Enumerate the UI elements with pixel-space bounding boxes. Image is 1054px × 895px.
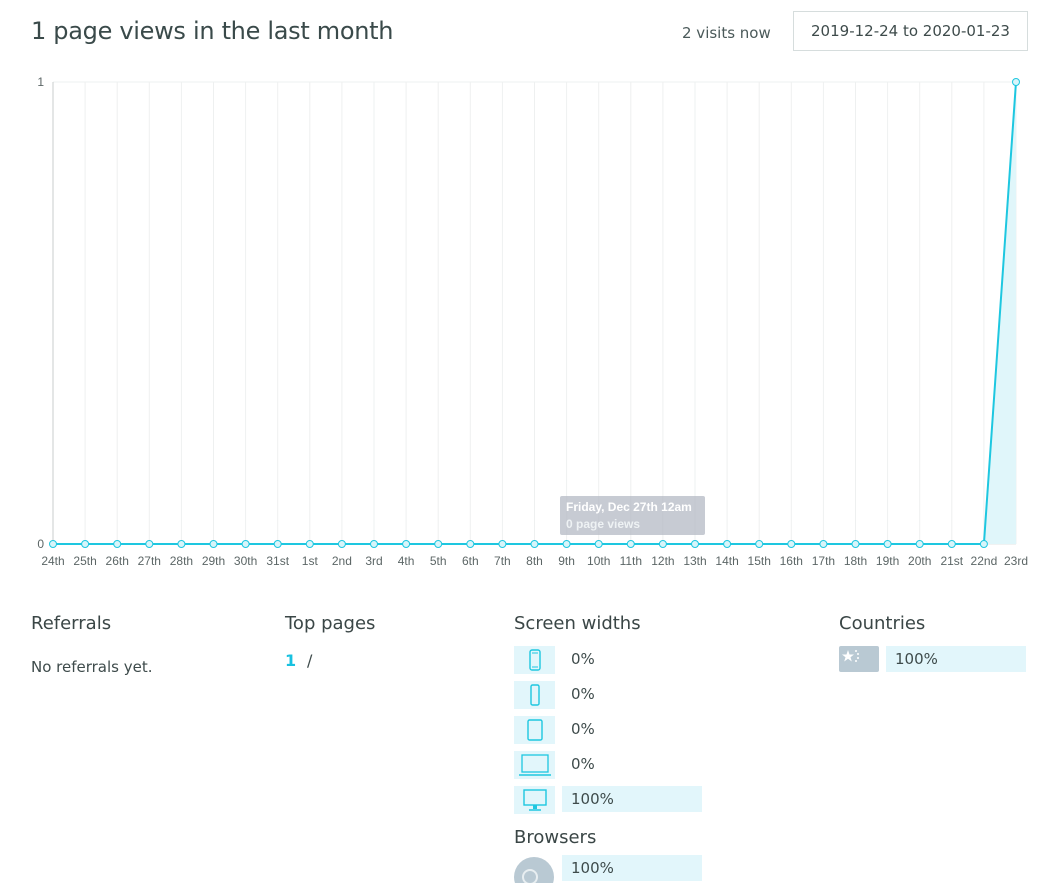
top-pages-title: Top pages [285,613,376,634]
x-tick-label: 23rd [1004,554,1028,568]
country-percent: 100% [895,650,938,668]
data-point [241,540,250,548]
x-tick-label: 29th [202,554,225,568]
x-tick-label: 16th [780,554,803,568]
data-point [273,540,282,548]
data-point [915,540,924,548]
x-tick-label: 8th [526,554,543,568]
screen-width-percent: 0% [571,685,595,703]
data-point [626,540,635,548]
data-point [305,540,314,548]
data-point [498,540,507,548]
x-tick-label: 1st [302,554,319,568]
data-point [370,540,378,548]
x-tick-label: 19th [876,554,899,568]
page-title: 1 page views in the last month [31,17,394,45]
phone-small-icon [514,646,555,674]
x-tick-label: 30th [234,554,257,568]
phone-icon [514,681,555,709]
countries-title: Countries [839,613,926,634]
x-tick-label: 28th [170,554,193,568]
data-point [787,540,796,548]
data-point [1012,78,1020,86]
y-tick-label: 0 [37,537,44,551]
data-point [594,540,603,548]
data-point [883,540,892,548]
x-tick-label: 13th [683,554,706,568]
data-point [434,540,443,548]
data-point [530,540,539,548]
x-tick-label: 18th [844,554,867,568]
data-point [851,540,860,548]
data-point [209,540,218,548]
page-views-chart[interactable]: 0 1 24th 25th 26th 27th 28th 29th 30th 31st 1st 2nd… [0,60,1054,580]
data-point [562,540,571,548]
x-tick-label: 6th [462,554,479,568]
x-tick-label: 5th [430,554,447,568]
data-point [402,540,411,548]
date-range-picker[interactable]: 2019-12-24 to 2020-01-23 [793,11,1028,51]
data-point [658,540,667,548]
x-tick-label: 25th [73,554,96,568]
tooltip-title: Friday, Dec 27th 12am [566,500,692,514]
data-point [177,540,186,548]
referrals-empty-text: No referrals yet. [31,658,153,676]
screen-width-percent: 0% [571,755,595,773]
top-page-count: 1 [285,651,297,670]
x-tick-label: 9th [558,554,575,568]
data-point [81,540,90,548]
x-tick-label: 12th [651,554,674,568]
x-tick-label: 10th [587,554,610,568]
tooltip-value: 0 page views [566,517,641,531]
x-tick-label: 7th [494,554,511,568]
data-point [755,540,764,548]
desktop-icon [514,786,555,814]
data-point [979,540,988,548]
data-point [49,540,57,548]
x-tick-label: 26th [106,554,129,568]
screen-width-percent: 100% [571,790,614,808]
data-point [466,540,475,548]
data-point [145,540,154,548]
data-point [819,540,828,548]
data-point [691,540,699,548]
browser-icon [514,855,555,883]
data-point [337,540,346,548]
x-tick-label: 11th [620,554,642,568]
screen-width-percent: 0% [571,720,595,738]
x-tick-label: 2nd [332,554,352,568]
flag-icon [839,646,879,672]
tablet-icon [514,716,555,744]
screen-width-percent: 0% [571,650,595,668]
y-tick-label: 1 [37,75,44,89]
data-point [113,540,122,548]
x-tick-label: 17th [812,554,835,568]
x-tick-label: 22nd [971,554,998,568]
x-tick-label: 31st [266,554,289,568]
x-tick-label: 27th [138,554,161,568]
x-tick-label: 24th [41,554,64,568]
browser-percent: 100% [571,859,614,877]
x-tick-label: 4th [398,554,415,568]
chart-tooltip: Friday, Dec 27th 12am 0 page views [560,496,705,535]
x-tick-label: 3rd [365,554,382,568]
visits-now-label: 2 visits now [682,24,771,42]
x-tick-label: 14th [715,554,738,568]
data-point [947,540,956,548]
x-tick-label: 15th [748,554,771,568]
x-tick-label: 21st [940,554,963,568]
browsers-title: Browsers [514,827,597,848]
x-tick-label: 20th [908,554,931,568]
laptop-icon [514,751,555,779]
screen-widths-title: Screen widths [514,613,641,634]
referrals-title: Referrals [31,613,112,634]
top-page-link[interactable]: / [307,651,312,670]
data-point [723,540,732,548]
